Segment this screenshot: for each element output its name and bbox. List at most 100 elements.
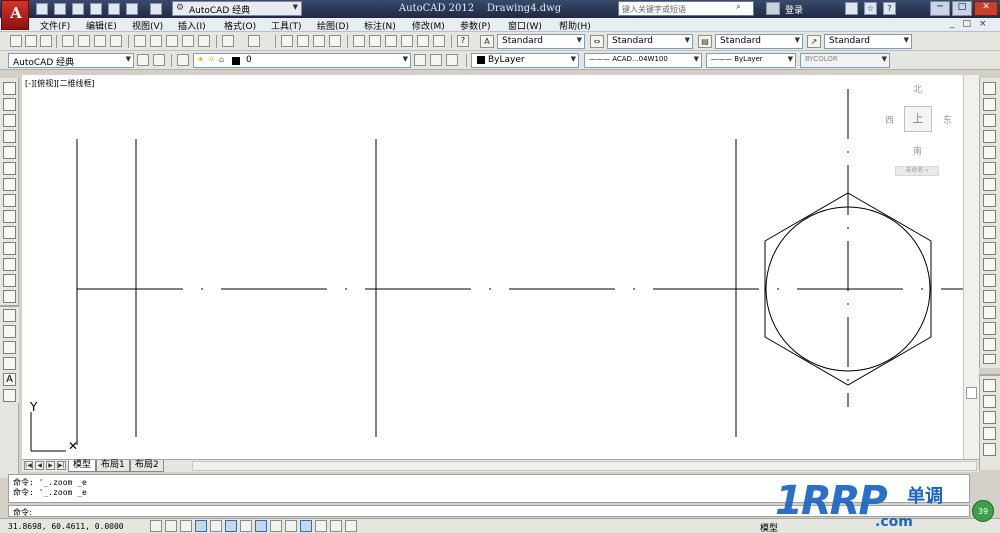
add-selected-icon[interactable] <box>3 389 16 402</box>
3d-print-icon[interactable] <box>110 35 122 47</box>
3d-object-snap-toggle[interactable] <box>240 520 252 532</box>
pan-icon[interactable] <box>281 35 293 47</box>
table-icon[interactable] <box>3 357 16 370</box>
region-icon[interactable] <box>3 341 16 354</box>
make-block-icon[interactable] <box>3 274 16 287</box>
table-style-icon[interactable]: ▤ <box>698 35 712 48</box>
grid-display-toggle[interactable] <box>180 520 192 532</box>
menu-file[interactable]: 文件(F) <box>40 19 70 32</box>
help-search-input[interactable]: 键入关键字或短语 <box>618 1 754 16</box>
save-icon[interactable] <box>72 3 84 15</box>
previous-tab-button[interactable]: ◀ <box>35 461 44 470</box>
polygon-icon[interactable] <box>3 130 16 143</box>
insert-block-icon[interactable] <box>3 258 16 271</box>
viewport-controls[interactable]: [-][俯视][二维线框] <box>25 78 95 89</box>
construction-line-icon[interactable] <box>3 98 16 111</box>
text-style-icon[interactable]: A <box>480 35 494 48</box>
stretch-icon[interactable] <box>983 210 996 223</box>
plot-preview-icon[interactable] <box>78 35 90 47</box>
layer-previous-icon[interactable] <box>430 54 442 66</box>
vertical-scroll-thumb[interactable] <box>966 387 977 399</box>
erase-icon[interactable] <box>983 82 996 95</box>
dynamic-input-toggle[interactable] <box>285 520 297 532</box>
circle-icon[interactable] <box>3 178 16 191</box>
trim-icon[interactable] <box>983 226 996 239</box>
blend-curves-icon[interactable] <box>983 338 996 351</box>
lineweight-toggle[interactable] <box>300 520 312 532</box>
compass-north[interactable]: 北 <box>913 82 922 95</box>
cut-icon[interactable] <box>134 35 146 47</box>
menu-view[interactable]: 视图(V) <box>132 19 163 32</box>
zoom-window-icon[interactable] <box>313 35 325 47</box>
polar-tracking-toggle[interactable] <box>210 520 222 532</box>
workspace-lock-icon[interactable] <box>153 54 165 66</box>
tab-model[interactable]: 模型 <box>68 460 97 472</box>
user-icon[interactable] <box>766 2 780 15</box>
scale-icon[interactable] <box>983 194 996 207</box>
hatch-icon[interactable] <box>3 309 16 322</box>
gradient-icon[interactable] <box>3 325 16 338</box>
dim-style-icon[interactable]: ⇔ <box>590 35 604 48</box>
copy-icon[interactable] <box>150 35 162 47</box>
fillet-icon[interactable] <box>983 322 996 335</box>
workspace-selector[interactable]: ⚙ AutoCAD 经典 ▼ <box>172 1 302 16</box>
quick-properties-toggle[interactable] <box>330 520 342 532</box>
paste-icon[interactable] <box>166 35 178 47</box>
extend-icon[interactable] <box>983 242 996 255</box>
dim-style-combo[interactable]: Standard ▼ <box>607 34 693 49</box>
offset-icon[interactable] <box>983 130 996 143</box>
match-properties-icon[interactable] <box>182 35 194 47</box>
snap-mode-toggle[interactable] <box>165 520 177 532</box>
infer-constraints-toggle[interactable] <box>150 520 162 532</box>
minimize-button[interactable]: ─ <box>930 1 950 16</box>
bring-above-icon[interactable] <box>983 411 996 424</box>
help-icon[interactable]: ? <box>883 2 896 15</box>
quickcalc-icon[interactable] <box>433 35 445 47</box>
undo-icon[interactable] <box>126 3 138 15</box>
rectangle-icon[interactable] <box>3 146 16 159</box>
point-icon[interactable] <box>3 290 16 303</box>
zoom-realtime-icon[interactable] <box>297 35 309 47</box>
mirror-icon[interactable] <box>983 114 996 127</box>
table-style-combo[interactable]: Standard ▼ <box>715 34 803 49</box>
viewcube[interactable]: 北 西 东 南 上 未命名 ▿ <box>885 80 955 176</box>
vertical-scrollbar[interactable] <box>963 75 979 459</box>
compass-south[interactable]: 南 <box>913 144 922 157</box>
object-snap-toggle[interactable] <box>225 520 237 532</box>
break-at-point-icon[interactable] <box>983 258 996 271</box>
publish-icon[interactable] <box>94 35 106 47</box>
multiline-text-icon[interactable]: A <box>3 373 16 386</box>
print-icon[interactable] <box>108 3 120 15</box>
line-icon[interactable] <box>3 82 16 95</box>
polyline-icon[interactable] <box>3 114 16 127</box>
close-button[interactable]: ✕ <box>974 1 998 16</box>
tab-layout1[interactable]: 布局1 <box>96 460 130 472</box>
save-as-icon[interactable] <box>90 3 102 15</box>
ellipse-arc-icon[interactable] <box>3 242 16 255</box>
spline-icon[interactable] <box>3 210 16 223</box>
next-tab-button[interactable]: ▶ <box>46 461 55 470</box>
array-icon[interactable] <box>983 146 996 159</box>
drawing-canvas[interactable]: Y ✕ [-][俯视][二维线框] <box>22 75 963 459</box>
text-to-front-icon[interactable] <box>983 443 996 456</box>
layer-state-icon[interactable] <box>446 54 458 66</box>
cursor-coordinates[interactable]: 31.8698, 60.4611, 0.0000 <box>8 522 124 531</box>
login-button[interactable]: 登录 <box>785 3 803 16</box>
object-snap-tracking-toggle[interactable] <box>255 520 267 532</box>
selection-cycling-toggle[interactable] <box>345 520 357 532</box>
transparency-toggle[interactable] <box>315 520 327 532</box>
layer-manager-icon[interactable] <box>177 54 189 66</box>
new-file-icon[interactable] <box>36 3 48 15</box>
maximize-button[interactable]: □ <box>952 1 972 16</box>
revision-cloud-icon[interactable] <box>3 194 16 207</box>
rotate-icon[interactable] <box>983 178 996 191</box>
compass-east[interactable]: 东 <box>943 113 952 126</box>
new-icon[interactable] <box>10 35 22 47</box>
plot-icon[interactable] <box>62 35 74 47</box>
dynamic-ucs-toggle[interactable] <box>270 520 282 532</box>
layer-combo[interactable]: ☀ ☼ ⌂ 0 ▼ <box>193 53 411 68</box>
ucs-menu[interactable]: 未命名 ▿ <box>895 166 939 176</box>
multileader-style-combo[interactable]: Standard ▼ <box>824 34 912 49</box>
favorites-icon[interactable]: ☆ <box>864 2 877 15</box>
linetype-combo[interactable]: ——— ACAD...04W100 ▼ <box>584 53 702 68</box>
